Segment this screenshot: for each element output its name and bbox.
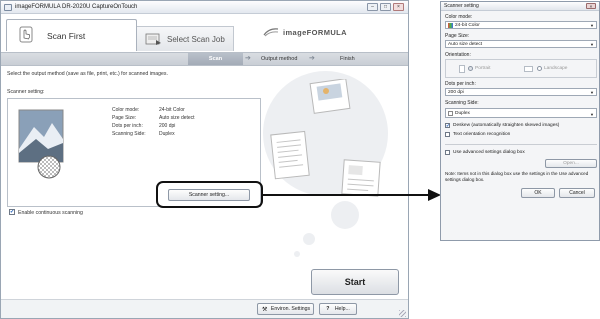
landscape-page-icon	[524, 66, 533, 72]
chevron-down-icon: ▼	[590, 23, 594, 28]
portrait-radio[interactable]	[468, 66, 473, 71]
page-size-value: Auto size detect	[448, 42, 483, 47]
connector-arrow	[262, 189, 441, 201]
chevron-down-icon: ▼	[590, 42, 594, 47]
advanced-settings-label: Use advanced settings dialog box	[453, 150, 525, 155]
continuous-scan-label: Enable continuous scanning	[18, 210, 83, 216]
tab-select-scan-job[interactable]: Select Scan Job	[137, 26, 234, 51]
chevron-down-icon: ▼	[590, 112, 594, 117]
tools-icon: ⚒	[262, 307, 268, 313]
maximize-button[interactable]: □	[380, 3, 391, 11]
color-mode-label: Color mode:	[445, 14, 473, 20]
setting-value-page-size: Auto size detect	[159, 115, 195, 121]
landscape-radio[interactable]	[537, 66, 542, 71]
bottom-bar: ⚒ Environ. Settings ? Help...	[1, 299, 408, 318]
scan-job-icon	[145, 33, 161, 45]
step-finish: Finish	[340, 56, 355, 62]
resize-grip[interactable]	[399, 310, 406, 317]
landscape-label: Landscape	[544, 66, 568, 71]
color-mode-select[interactable]: 24-bit Color ▼	[445, 21, 597, 29]
color-mode-value: 24-bit Color	[455, 23, 480, 28]
dialog-close-button[interactable]: ×	[586, 3, 596, 9]
environ-settings-button[interactable]: ⚒ Environ. Settings	[257, 303, 314, 315]
step-arrow-icon: ➔	[245, 55, 251, 62]
dialog-note: Note: Items not in this dialog box use t…	[445, 171, 589, 182]
ok-button[interactable]: OK	[521, 188, 555, 198]
dpi-label: Dots per inch:	[445, 81, 476, 87]
step-scan: Scan	[188, 53, 243, 65]
help-label: Help...	[334, 306, 350, 312]
setting-key-dpi: Dots per inch:	[112, 123, 143, 129]
scanner-setting-dialog: Scanner setting × Color mode: 24-bit Col…	[440, 1, 600, 241]
step-arrow-icon: ➔	[309, 55, 315, 62]
imageformula-logo-icon	[263, 28, 279, 37]
text-document-icon	[270, 130, 310, 180]
help-button[interactable]: ? Help...	[319, 303, 357, 315]
decorative-circle	[331, 201, 359, 229]
minimize-button[interactable]: –	[367, 3, 378, 11]
page-size-select[interactable]: Auto size detect ▼	[445, 40, 597, 48]
portrait-page-icon	[459, 65, 465, 73]
color-icon	[448, 23, 453, 28]
continuous-scan-checkbox[interactable]: ✔	[9, 209, 15, 215]
scanner-setting-button[interactable]: Scanner setting...	[168, 189, 250, 201]
photo-document-icon	[309, 79, 351, 114]
text-orientation-checkbox[interactable]	[445, 132, 450, 137]
instruction-text: Select the output method (save as file, …	[7, 71, 168, 77]
scanning-side-select[interactable]: Duplex ▼	[445, 108, 597, 118]
deskew-label: Deskew (automatically straighten skewed …	[453, 123, 560, 128]
start-button[interactable]: Start	[311, 269, 399, 295]
dialog-title: Scanner setting	[444, 3, 479, 9]
window-title: imageFORMULA DR-2020U CaptureOnTouch	[15, 4, 138, 10]
scanning-side-label: Scanning Side:	[445, 100, 479, 106]
dpi-select[interactable]: 200 dpi ▼	[445, 88, 597, 96]
scanning-side-value: Duplex	[455, 111, 470, 116]
app-icon	[4, 4, 12, 11]
setting-value-scanning-side: Duplex	[159, 131, 175, 137]
tab-label-scan-first: Scan First	[47, 31, 86, 41]
scan-preview-thumbnail	[18, 109, 64, 179]
tab-label-select-scan-job: Select Scan Job	[167, 35, 225, 44]
portrait-label: Portrait	[475, 66, 491, 71]
tab-scan-first[interactable]: Scan First	[6, 19, 137, 51]
text-orientation-label: Text orientation recognition	[453, 132, 511, 137]
setting-key-color-mode: Color mode:	[112, 107, 140, 113]
dialog-title-bar: Scanner setting ×	[441, 2, 599, 11]
setting-value-color-mode: 24-bit Color	[159, 107, 185, 113]
help-icon: ?	[326, 306, 330, 312]
title-bar: imageFORMULA DR-2020U CaptureOnTouch – □…	[1, 1, 408, 14]
decorative-circle	[303, 233, 315, 245]
deskew-checkbox[interactable]: ✔	[445, 123, 450, 128]
hand-pointer-icon	[19, 26, 33, 43]
orientation-label: Orientation:	[445, 52, 471, 58]
step-output-method: Output method	[261, 56, 298, 62]
open-button[interactable]: Open...	[545, 159, 597, 168]
setting-key-scanning-side: Scanning Side:	[112, 131, 146, 137]
brand-logo: imageFORMULA	[283, 28, 347, 37]
chevron-down-icon: ▼	[590, 90, 594, 95]
scanner-setting-group-label: Scanner setting:	[7, 89, 45, 95]
cancel-button[interactable]: Cancel	[559, 188, 595, 198]
main-window: imageFORMULA DR-2020U CaptureOnTouch – □…	[0, 0, 409, 319]
advanced-settings-checkbox[interactable]	[445, 150, 450, 155]
step-bar: Scan ➔ Output method ➔ Finish	[1, 52, 408, 66]
close-button[interactable]: ×	[393, 3, 404, 11]
header: Scan First Select Scan Job imageFORMULA	[1, 14, 408, 52]
decorative-circle	[294, 251, 300, 257]
page-size-label: Page Size:	[445, 33, 470, 39]
duplex-icon	[448, 111, 453, 116]
divider	[445, 144, 597, 145]
environ-settings-label: Environ. Settings	[270, 306, 311, 312]
setting-value-dpi: 200 dpi	[159, 123, 176, 129]
setting-key-page-size: Page Size:	[112, 115, 137, 121]
orientation-group: Portrait Landscape	[445, 59, 597, 78]
dpi-value: 200 dpi	[448, 90, 464, 95]
